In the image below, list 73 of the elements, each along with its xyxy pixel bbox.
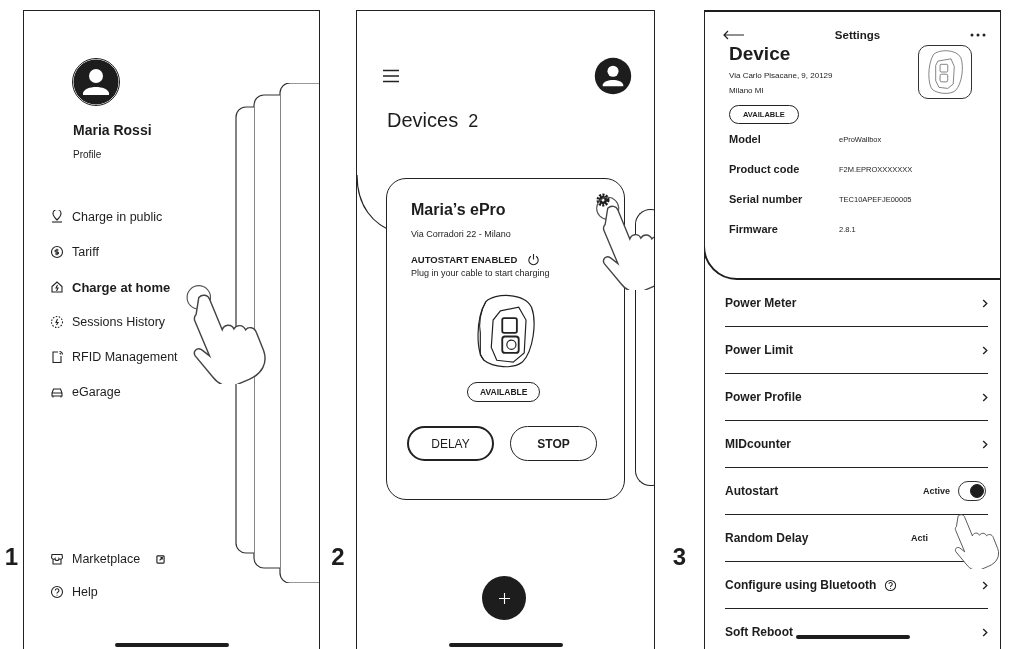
- menu-label: Help: [72, 585, 98, 599]
- settings-item[interactable]: Configure using Bluetooth: [725, 578, 877, 592]
- delay-button[interactable]: DELAY: [407, 426, 494, 461]
- add-button[interactable]: [482, 576, 526, 620]
- settings-item[interactable]: MIDcounter: [725, 437, 791, 451]
- menu-label: Charge in public: [72, 210, 163, 224]
- device-thumbnail: [918, 45, 972, 99]
- back-arrow-icon[interactable]: [723, 30, 745, 40]
- card-icon: [50, 350, 64, 364]
- menu-item[interactable]: Help: [50, 582, 98, 602]
- settings-item[interactable]: Power Limit: [725, 343, 793, 357]
- settings-item[interactable]: Autostart: [725, 484, 779, 498]
- menu-label: Sessions History: [72, 315, 166, 329]
- hint-text: Plug in your cable to start charging: [411, 268, 550, 278]
- page-title: Devices: [387, 109, 459, 132]
- plus-icon: [498, 592, 510, 604]
- device-count: 2: [468, 111, 479, 132]
- menu-label: eGarage: [72, 385, 121, 399]
- address-line: Via Carlo Pisacane, 9, 20129: [729, 71, 833, 80]
- bolt-circle-icon: [50, 315, 64, 329]
- house-bolt-icon: [50, 280, 64, 294]
- menu-label: Marketplace: [72, 552, 141, 566]
- menu-item[interactable]: Sessions History: [50, 312, 166, 332]
- selected-menu-label: Charge at home: [72, 279, 171, 295]
- step-number: 1: [4, 543, 19, 571]
- car-icon: [50, 385, 64, 399]
- device-name: Maria’s ePro: [411, 201, 506, 219]
- avatar-icon[interactable]: [594, 57, 632, 95]
- settings-item[interactable]: Soft Reboot: [725, 625, 793, 639]
- device-heading: Device: [729, 43, 792, 65]
- chevron-right-icon: [982, 439, 988, 449]
- settings-item[interactable]: Power Profile: [725, 390, 802, 404]
- menu-item[interactable]: Charge in public: [50, 207, 163, 227]
- step-number: 3: [672, 543, 687, 571]
- step-number: 2: [331, 543, 345, 571]
- more-options-icon[interactable]: [970, 33, 986, 37]
- menu-item[interactable]: RFID Management: [50, 347, 178, 367]
- autostart-status: AUTOSTART ENABLED: [411, 254, 518, 265]
- chevron-right-icon: [982, 298, 988, 308]
- settings-item[interactable]: Power Meter: [725, 296, 797, 310]
- settings-item[interactable]: Random Delay: [725, 531, 809, 545]
- user-name: Maria Rossi: [73, 122, 152, 138]
- coin-icon: [50, 245, 64, 259]
- chevron-right-icon: [982, 392, 988, 402]
- menu-item[interactable]: Marketplace: [50, 549, 166, 569]
- menu-icon[interactable]: [382, 69, 400, 83]
- profile-link[interactable]: Profile: [73, 149, 102, 160]
- shop-icon: [50, 552, 64, 566]
- info-label: Model: [729, 133, 762, 145]
- info-label: Serial number: [729, 193, 804, 205]
- menu-item[interactable]: Tariff: [50, 242, 99, 262]
- chevron-right-icon: [982, 580, 988, 590]
- address-line: Milano MI: [729, 86, 764, 95]
- info-label: Firmware: [729, 223, 779, 235]
- menu-item[interactable]: Charge at home: [50, 277, 171, 297]
- toggle-status: Acti: [911, 533, 928, 543]
- help-icon[interactable]: [884, 578, 898, 592]
- toggle-status: Active: [923, 486, 950, 496]
- device-card[interactable]: Maria’s ePro Via Corradori 22 - Milano AUTOSTART ENABLED Plug in your cable to start charging AVAILABLE DELAY STOP: [386, 178, 625, 500]
- info-label: Product code: [729, 163, 801, 175]
- power-icon: [527, 253, 541, 266]
- device-address: Via Corradori 22 - Milano: [411, 229, 511, 239]
- avatar-icon[interactable]: [72, 58, 120, 106]
- chevron-right-icon: [982, 345, 988, 355]
- help-icon: [50, 585, 64, 599]
- menu-label: RFID Management: [72, 350, 178, 364]
- map-pin-icon: [50, 210, 64, 224]
- stop-button[interactable]: STOP: [510, 426, 597, 461]
- screen-title: Settings: [834, 29, 881, 41]
- settings-icon[interactable]: [595, 192, 611, 208]
- menu-label: Tariff: [72, 245, 99, 259]
- menu-item[interactable]: eGarage: [50, 382, 121, 402]
- chevron-right-icon: [982, 627, 988, 637]
